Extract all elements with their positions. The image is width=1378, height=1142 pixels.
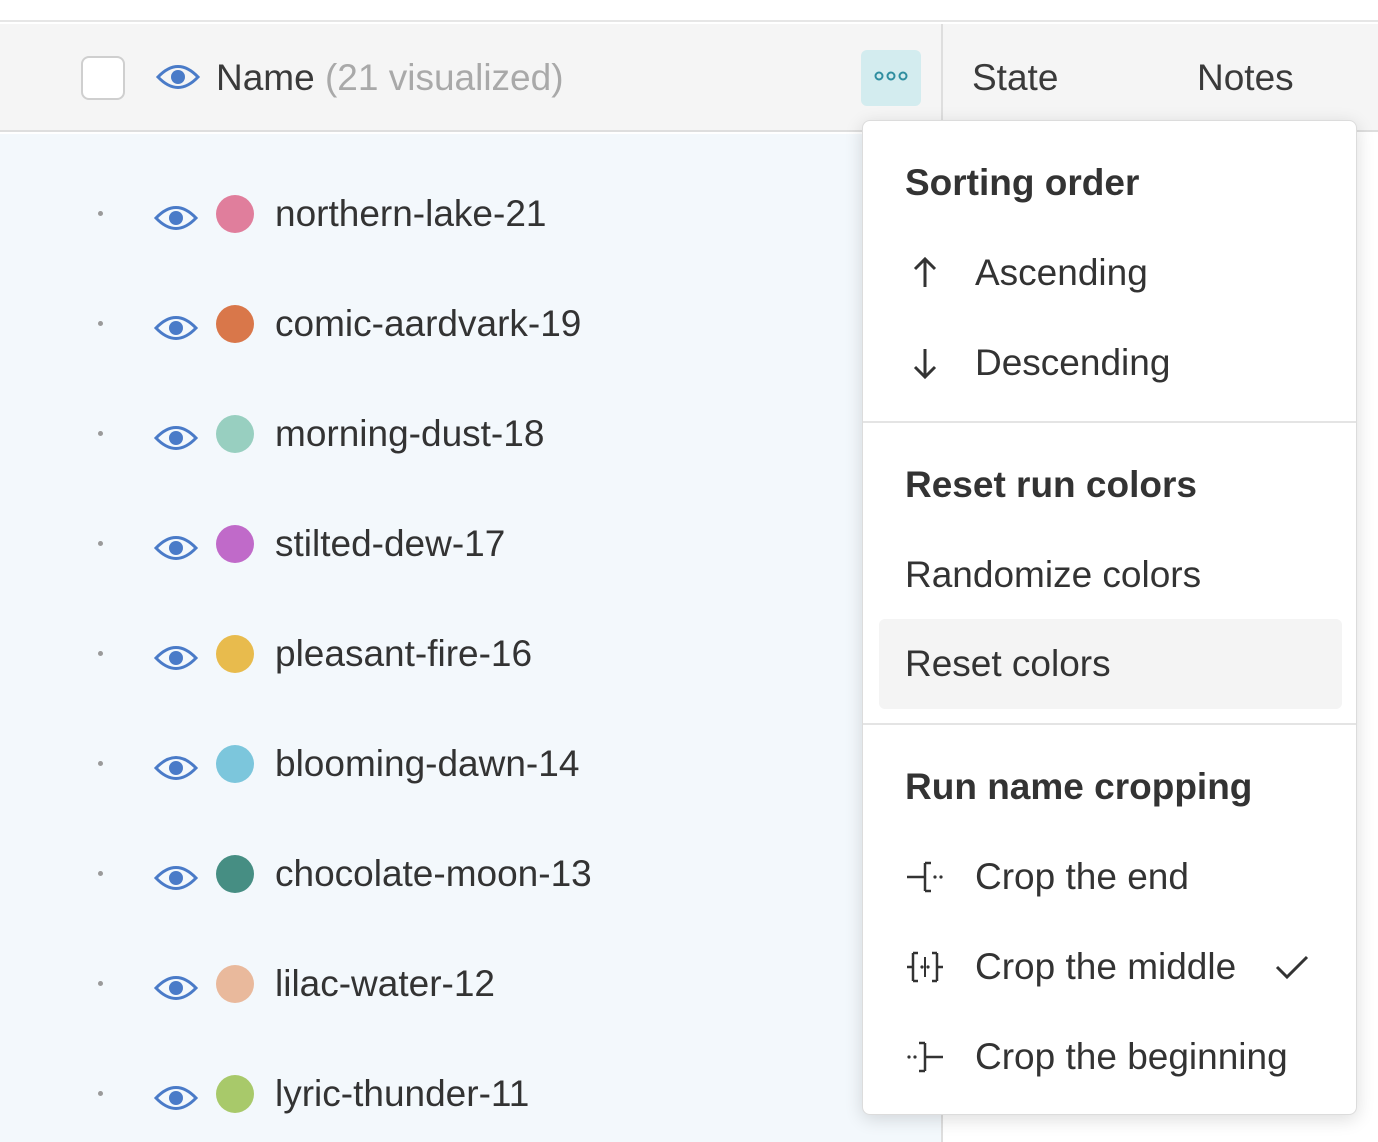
eye-icon[interactable] (153, 203, 199, 238)
row-handle-dot[interactable] (98, 321, 103, 326)
row-handle-dot[interactable] (98, 211, 103, 216)
crop-end-icon (905, 859, 945, 895)
run-color-swatch[interactable] (216, 965, 254, 1003)
menu-separator (863, 421, 1356, 423)
sort-ascending-item[interactable]: Ascending (879, 228, 1342, 318)
run-name[interactable]: lyric-thunder-11 (275, 1070, 529, 1118)
sort-ascending-label: Ascending (975, 252, 1148, 293)
notes-column-header[interactable]: Notes (1197, 54, 1294, 102)
name-column-label: Name (216, 57, 315, 98)
row-handle-dot[interactable] (98, 871, 103, 876)
run-row[interactable]: comic-aardvark-19 (0, 270, 941, 380)
run-name[interactable]: morning-dust-18 (275, 410, 544, 458)
run-color-swatch[interactable] (216, 195, 254, 233)
menu-separator (863, 723, 1356, 725)
run-color-swatch[interactable] (216, 745, 254, 783)
eye-icon[interactable] (153, 753, 199, 788)
reset-run-colors-heading: Reset run colors (905, 464, 1197, 505)
run-name[interactable]: stilted-dew-17 (275, 520, 505, 568)
crop-middle-label: Crop the middle (975, 946, 1237, 987)
sort-descending-item[interactable]: Descending (879, 318, 1342, 408)
more-horizontal-icon (873, 69, 909, 87)
sort-descending-label: Descending (975, 342, 1171, 383)
reset-colors-item[interactable]: Reset colors (879, 619, 1342, 709)
run-row[interactable]: blooming-dawn-14 (0, 710, 941, 820)
name-column-header[interactable]: Name (21 visualized) (216, 54, 564, 102)
run-color-swatch[interactable] (216, 525, 254, 563)
column-options-menu: Sorting order Ascending Descending Reset… (862, 120, 1357, 1115)
checkmark-icon (1273, 949, 1313, 985)
run-name-cropping-heading: Run name cropping (905, 766, 1253, 807)
select-all-checkbox[interactable] (81, 56, 125, 100)
run-name[interactable]: lilac-water-12 (275, 960, 495, 1008)
crop-middle-item[interactable]: Crop the middle (879, 922, 1342, 1012)
eye-icon[interactable] (153, 973, 199, 1008)
eye-icon[interactable] (153, 533, 199, 568)
run-name[interactable]: chocolate-moon-13 (275, 850, 592, 898)
column-options-button[interactable] (861, 50, 921, 106)
eye-icon[interactable] (153, 643, 199, 678)
top-rule (0, 0, 1378, 22)
eye-icon[interactable] (153, 863, 199, 898)
row-handle-dot[interactable] (98, 651, 103, 656)
run-color-swatch[interactable] (216, 635, 254, 673)
run-color-swatch[interactable] (216, 1075, 254, 1113)
column-divider[interactable] (941, 24, 943, 132)
run-color-swatch[interactable] (216, 415, 254, 453)
run-name[interactable]: comic-aardvark-19 (275, 300, 581, 348)
sorting-order-heading: Sorting order (905, 162, 1140, 203)
run-row[interactable]: stilted-dew-17 (0, 490, 941, 600)
run-color-swatch[interactable] (216, 305, 254, 343)
arrow-up-icon (905, 255, 945, 291)
run-row[interactable]: chocolate-moon-13 (0, 820, 941, 930)
eye-icon[interactable] (153, 423, 199, 458)
crop-middle-icon (905, 949, 945, 985)
eye-icon[interactable] (155, 62, 201, 97)
run-row[interactable]: morning-dust-18 (0, 380, 941, 490)
crop-end-item[interactable]: Crop the end (879, 832, 1342, 922)
row-handle-dot[interactable] (98, 431, 103, 436)
randomize-colors-item[interactable]: Randomize colors (879, 530, 1342, 620)
row-handle-dot[interactable] (98, 761, 103, 766)
crop-beginning-item[interactable]: Crop the beginning (879, 1012, 1342, 1102)
run-color-swatch[interactable] (216, 855, 254, 893)
crop-beginning-icon (905, 1039, 945, 1075)
run-row[interactable]: lilac-water-12 (0, 930, 941, 1040)
row-handle-dot[interactable] (98, 981, 103, 986)
run-name[interactable]: northern-lake-21 (275, 190, 546, 238)
eye-icon[interactable] (153, 313, 199, 348)
run-row[interactable]: lyric-thunder-11 (0, 1040, 941, 1142)
state-column-header[interactable]: State (972, 54, 1058, 102)
runs-list: northern-lake-21 comic-aardvark-19 morning… (0, 134, 941, 1142)
row-handle-dot[interactable] (98, 541, 103, 546)
visualized-count: (21 visualized) (324, 57, 564, 98)
arrow-down-icon (905, 345, 945, 381)
table-header: Name (21 visualized) State Notes (0, 24, 1378, 132)
eye-icon[interactable] (153, 1083, 199, 1118)
reset-colors-label: Reset colors (905, 643, 1111, 684)
crop-beginning-label: Crop the beginning (975, 1036, 1288, 1077)
randomize-colors-label: Randomize colors (905, 554, 1202, 595)
run-row[interactable]: pleasant-fire-16 (0, 600, 941, 710)
crop-end-label: Crop the end (975, 856, 1189, 897)
run-row[interactable]: northern-lake-21 (0, 160, 941, 270)
row-handle-dot[interactable] (98, 1091, 103, 1096)
run-name[interactable]: blooming-dawn-14 (275, 740, 579, 788)
run-name[interactable]: pleasant-fire-16 (275, 630, 532, 678)
